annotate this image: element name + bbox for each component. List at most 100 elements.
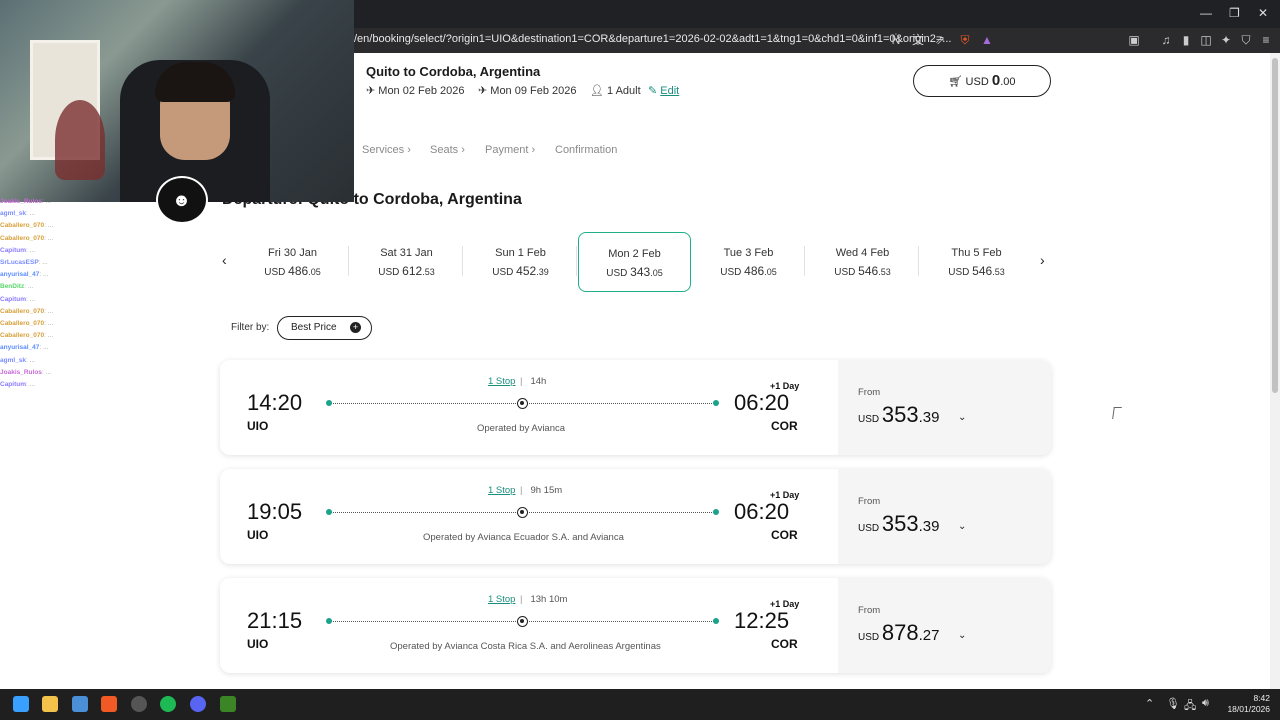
fare-price[interactable]: USD 353.39 [858,402,939,428]
date-option[interactable]: Thu 5 Feb USD 546.53 [920,232,1033,292]
microphone-icon[interactable]: 🎙︎ [1166,697,1180,710]
from-label: From [858,605,881,616]
wallet-icon[interactable]: ◫ [1198,32,1214,48]
pencil-icon: ✎ [648,85,658,97]
url-text[interactable]: /en/booking/select/?origin1=UIO&destinat… [354,33,951,45]
edit-link[interactable]: ✎ Edit [648,84,679,97]
share-icon[interactable]: ⇗ [932,32,948,48]
operator-text: Operated by Avianca [477,423,566,434]
vpn-icon[interactable]: ⛉ [1238,32,1254,48]
scrollbar-thumb[interactable] [1272,58,1278,393]
destination-dot [713,618,719,624]
date-price: USD 486.05 [264,264,321,278]
step-seats[interactable]: Seats › [430,144,465,156]
flight-duration: 9h 15m [520,485,562,496]
passenger-count: 👤︎ 1 Adult [590,85,641,97]
best-price-filter-button[interactable]: Best Price + [277,316,372,340]
minimize-icon[interactable]: — [1200,6,1212,20]
brave-browser-icon[interactable] [101,696,117,712]
extensions-icon[interactable]: ✦ [1218,32,1234,48]
music-icon[interactable]: ♫ [1158,32,1174,48]
tray-chevron-icon[interactable]: ⌃ [1145,697,1154,710]
volume-icon[interactable]: 🔊︎ [1202,697,1209,710]
departure-airport: UIO [247,419,269,433]
brave-shield-icon[interactable]: ⛨ [957,32,973,48]
from-label: From [858,387,881,398]
reader-icon[interactable]: Ṅ [888,32,904,48]
origin-dot [326,618,332,624]
chevron-down-icon[interactable]: ⌄ [958,521,966,532]
arrival-airport: COR [771,637,798,651]
maximize-icon[interactable]: ❐ [1229,6,1240,20]
network-icon[interactable]: 🖧︎ [1184,697,1196,716]
stops-link[interactable]: 1 Stop [488,376,515,387]
chat-message: anyurisal_47: ... [0,271,49,279]
date-option[interactable]: Mon 2 Feb USD 343.05 [578,232,691,292]
minecraft-icon[interactable] [220,696,236,712]
departure-time: 21:15 [247,608,303,633]
step-payment[interactable]: Payment › [485,144,535,156]
obs-icon[interactable] [131,696,147,712]
next-dates-arrow[interactable]: › [1040,252,1045,268]
date-option[interactable]: Sat 31 Jan USD 612.53 [350,232,463,292]
windows-start-icon[interactable] [13,696,29,712]
date-label: Tue 3 Feb [723,247,774,259]
chat-message: agml_sk: ... [0,356,36,364]
chat-message: Caballero_070: ... [0,222,54,230]
translate-icon[interactable]: 文 [910,32,926,48]
plus-icon: + [350,322,361,333]
fare-price[interactable]: USD 353.39 [858,511,939,537]
arrival-airport: COR [771,419,798,433]
date-option[interactable]: Wed 4 Feb USD 546.53 [806,232,919,292]
flight-card[interactable]: 19:05 UIO 1 Stop 9h 15m Operated by Avianca … [220,469,1051,564]
discord-icon[interactable] [190,696,206,712]
origin-dot [326,509,332,515]
flight-duration: 13h 10m [520,594,567,605]
filter-label: Filter by: [231,322,270,333]
menu-icon[interactable]: ≡ [1258,32,1274,48]
photos-icon[interactable] [72,696,88,712]
flight-card[interactable]: 14:20UIO1 Stop14hOperated by Avianca+1 D… [220,360,1051,455]
operator-text: Operated by Avianca Ecuador S.A. and Avi… [423,532,624,543]
chat-message: agml_sk: ... [0,210,36,218]
mouse-cursor [1112,407,1122,419]
origin-dot [326,400,332,406]
stops-link[interactable]: 1 Stop [488,594,515,605]
chevron-down-icon[interactable]: ⌄ [958,412,966,423]
flight-card[interactable]: 21:15 UIO 1 Stop 13h 10m Operated by Avianca… [220,578,1051,673]
date-price: USD 486.05 [720,264,777,278]
operator-text: Operated by Avianca Costa Rica S.A. and … [390,641,661,652]
spotify-icon[interactable] [160,696,176,712]
depart-date: ✈︎ Mon 02 Feb 2026 [366,85,465,97]
date-label: Wed 4 Feb [835,247,890,259]
webcam-overlay [0,0,354,202]
step-services[interactable]: Services › [362,144,411,156]
step-confirmation[interactable]: Confirmation [555,144,617,156]
system-clock[interactable]: 8:42 18/01/2026 [1222,693,1270,715]
date-option[interactable]: Fri 30 Jan USD 486.05 [236,232,349,292]
date-option[interactable]: Sun 1 Feb USD 452.39 [464,232,577,292]
stream-chat: Joakis_Rulos: ... agml_sk: ... Caballero_0… [0,196,214,486]
file-explorer-icon[interactable] [42,696,58,712]
chat-message: Joakis_Rulos: ... [0,368,51,376]
arrival-airport: COR [771,528,798,542]
tab-search-icon[interactable]: ▣ [1126,32,1142,48]
date-option[interactable]: Tue 3 Feb USD 486.05 [692,232,805,292]
stops-link[interactable]: 1 Stop [488,485,515,496]
rewards-icon[interactable]: ▲ [979,32,995,48]
date-label: Thu 5 Feb [951,247,1002,259]
close-icon[interactable]: ✕ [1258,6,1268,20]
stop-marker-icon [517,616,528,627]
fare-price[interactable]: USD 878.27 [858,620,939,646]
chevron-down-icon[interactable]: ⌄ [958,630,966,641]
return-date: ✈︎ Mon 09 Feb 2026 [478,85,577,97]
date-price: USD 546.53 [948,264,1005,278]
sidebar-icon[interactable]: ▮ [1178,32,1194,48]
chat-message: Caballero_070: ... [0,320,54,328]
cart-icon: 🛒︎ [948,76,963,88]
departure-airport: UIO [247,637,269,651]
taskbar: ⌃ 🎙︎ 🖧︎ 🔊︎ 8:42 18/01/2026 [0,689,1280,720]
plane-depart-icon: ✈︎ [366,85,376,97]
chat-message: Capitum: ... [0,381,36,389]
cart-button[interactable]: 🛒︎ USD 0.00 [913,65,1051,97]
